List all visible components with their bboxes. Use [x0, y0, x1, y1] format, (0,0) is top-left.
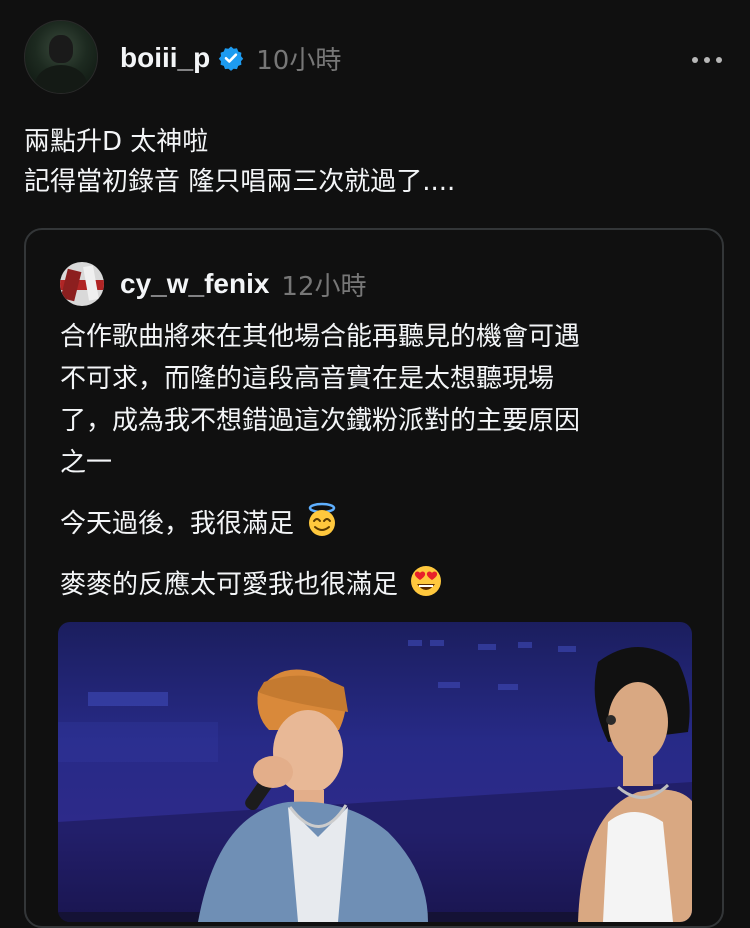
post-text-line: 記得當初錄音 隆只唱兩三次就過了.... — [24, 167, 456, 197]
quoted-post-body: 合作歌曲將來在其他場合能再聽見的機會可遇 不可求，而隆的這段高音實在是太想聽現場… — [60, 316, 700, 606]
avatar-figure-head — [49, 35, 73, 63]
thread-post: boiii_p 10小時 兩點升D 太神啦 記得當初錄音 隆只唱兩三次就過了..… — [0, 0, 750, 928]
quoted-text-line: 麥麥的反應太可愛我也很滿足 — [60, 563, 700, 606]
post-header: boiii_p 10小時 — [120, 40, 341, 76]
post-timestamp: 10小時 — [256, 45, 342, 76]
avatar-figure-body — [35, 65, 87, 93]
smiling-face-with-halo-emoji — [309, 502, 336, 536]
author-username[interactable]: boiii_p — [120, 42, 210, 74]
quoted-post-timestamp: 12小時 — [281, 271, 367, 302]
quoted-post-header: cy_w_fenix 12小時 — [120, 266, 367, 302]
quoted-text-line: 不可求，而隆的這段高音實在是太想聽現場 — [60, 364, 555, 394]
author-avatar[interactable] — [24, 20, 98, 94]
quoted-paragraph-text: 麥麥的反應太可愛我也很滿足 — [60, 570, 399, 600]
concert-photo — [58, 640, 692, 922]
quoted-author-username[interactable]: cy_w_fenix — [120, 268, 269, 300]
quoted-text-line: 了，成為我不想錯過這次鐵粉派對的主要原因 — [60, 406, 581, 436]
quoted-text-line: 今天過後，我很滿足 — [60, 502, 700, 545]
quoted-text-line: 合作歌曲將來在其他場合能再聽見的機會可遇 — [60, 322, 581, 352]
quoted-post-media-image[interactable] — [58, 622, 692, 922]
heart-eyes-emoji — [411, 566, 442, 596]
singer-left — [198, 669, 428, 922]
quoted-post-card[interactable]: cy_w_fenix 12小時 合作歌曲將來在其他場合能再聽見的機會可遇 不可求… — [24, 228, 724, 928]
more-dot — [692, 57, 698, 63]
more-dot — [704, 57, 710, 63]
quoted-author-avatar[interactable] — [60, 262, 104, 306]
quoted-text-line: 之一 — [60, 448, 113, 478]
more-dot — [716, 57, 722, 63]
quoted-paragraph-text: 今天過後，我很滿足 — [60, 509, 295, 539]
post-body: 兩點升D 太神啦 記得當初錄音 隆只唱兩三次就過了.... — [24, 122, 724, 202]
verified-badge-icon — [219, 46, 244, 71]
more-horizontal-icon[interactable] — [692, 56, 722, 64]
post-text-line: 兩點升D 太神啦 — [24, 127, 209, 157]
